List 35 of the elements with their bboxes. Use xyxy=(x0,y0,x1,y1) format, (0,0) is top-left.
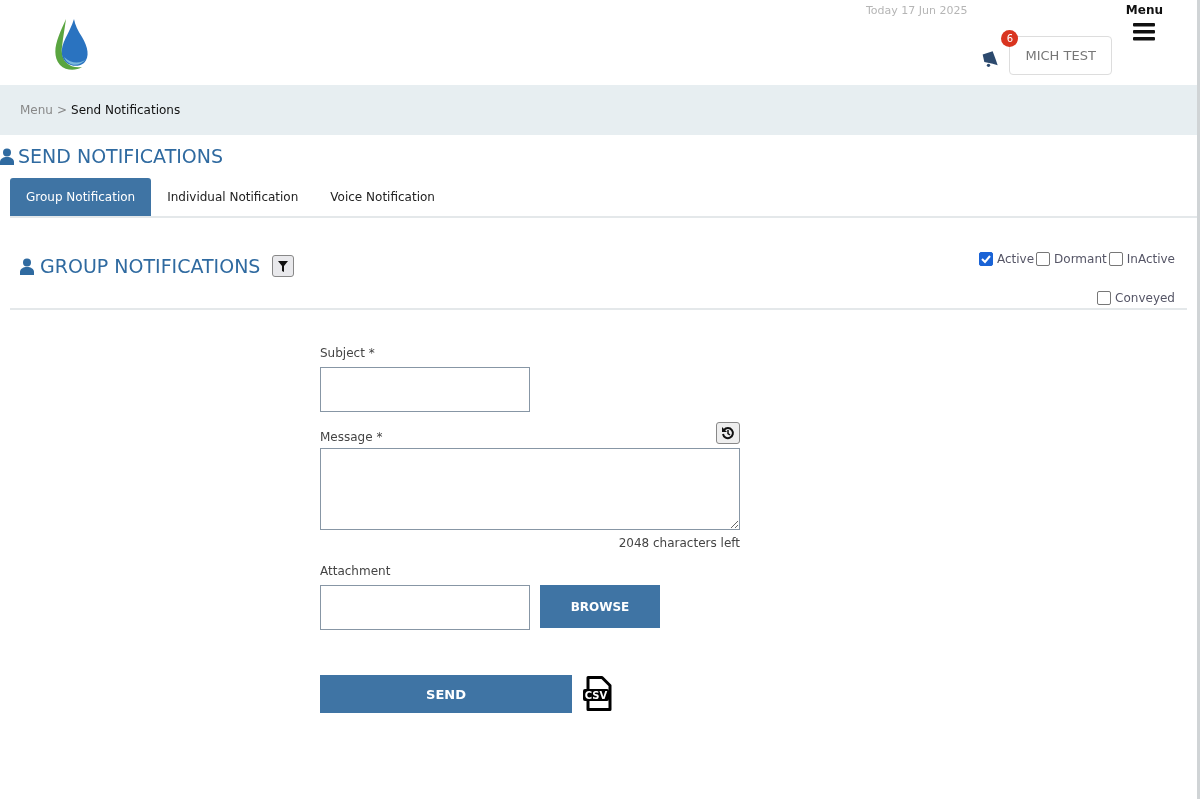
checkbox-label: InActive xyxy=(1126,251,1175,266)
attachment-field[interactable] xyxy=(320,585,530,630)
characters-left-text: 2048 characters left xyxy=(618,536,740,550)
checkbox-label: Conveyed xyxy=(1115,290,1175,305)
tab[interactable]: Group Notification xyxy=(10,178,152,216)
section-title: GROUP NOTIFICATIONS xyxy=(40,255,261,277)
checkbox[interactable] xyxy=(1036,251,1051,266)
message-field[interactable] xyxy=(320,448,740,530)
browse-button[interactable]: BROWSE xyxy=(540,585,660,628)
breadcrumb-separator: > xyxy=(56,103,67,117)
tab[interactable]: Individual Notification xyxy=(151,178,315,216)
person-icon xyxy=(0,147,14,165)
menu-icon[interactable] xyxy=(1133,23,1156,41)
history-icon xyxy=(721,426,735,440)
filter-icon xyxy=(278,260,289,272)
person-icon xyxy=(20,257,34,275)
checkbox[interactable] xyxy=(978,251,993,266)
checkbox[interactable] xyxy=(1097,290,1112,305)
send-button[interactable]: SEND xyxy=(320,675,572,713)
breadcrumb-link[interactable]: Menu xyxy=(20,103,53,117)
attachment-label: Attachment xyxy=(320,564,392,578)
menu-label: Menu xyxy=(1125,3,1163,17)
notification-badge: 6 xyxy=(1001,30,1019,47)
checkbox[interactable] xyxy=(1108,251,1123,266)
checkbox-label: Active xyxy=(996,251,1035,266)
reset-button[interactable] xyxy=(716,422,740,444)
message-label: Message * xyxy=(320,430,383,444)
tab[interactable]: Voice Notification xyxy=(314,178,451,216)
page-title: SEND NOTIFICATIONS xyxy=(18,145,224,167)
checkbox-label: Dormant xyxy=(1054,251,1107,266)
subject-label: Subject * xyxy=(320,346,376,360)
filter-button[interactable] xyxy=(272,255,295,277)
breadcrumb-current: Send Notifications xyxy=(71,103,181,117)
subject-field[interactable] xyxy=(320,367,530,412)
date-text: Today 17 Jun 2025 xyxy=(865,4,968,17)
